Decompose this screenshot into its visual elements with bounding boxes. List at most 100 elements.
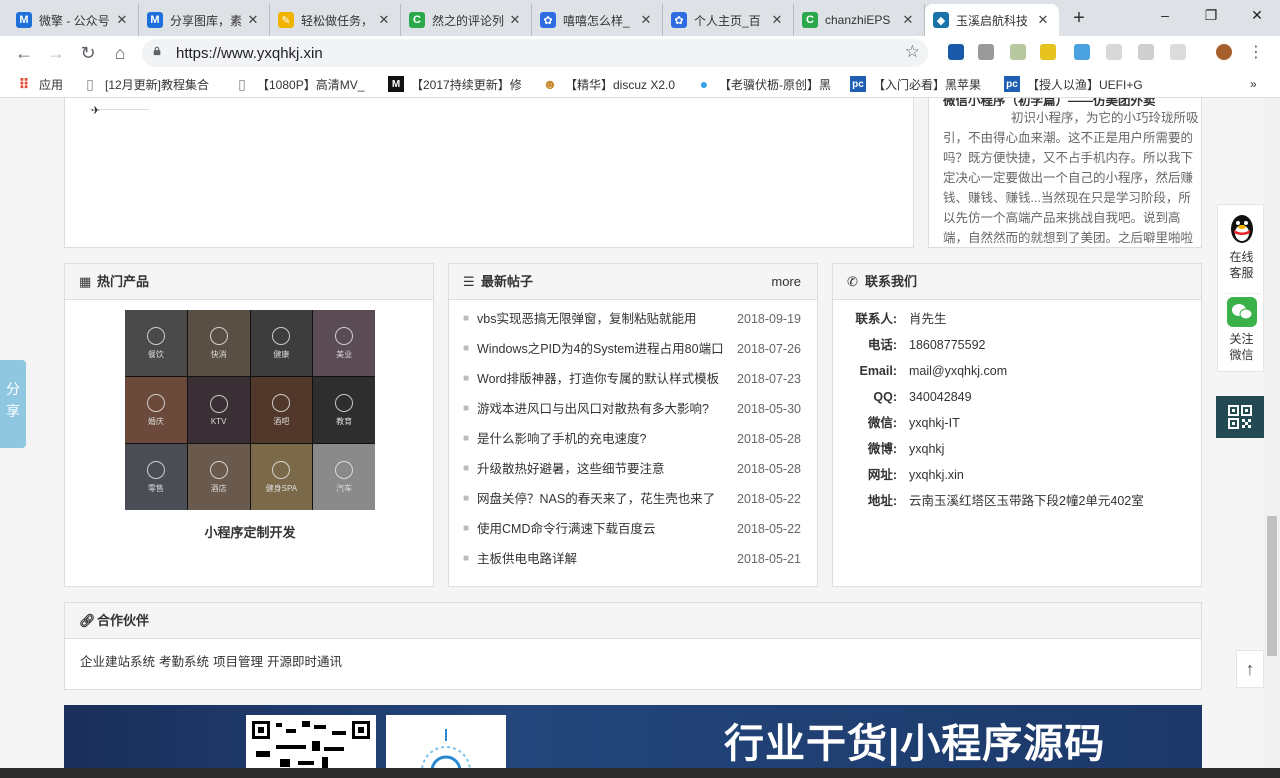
close-tab-icon[interactable]: ✕	[507, 12, 523, 28]
post-item[interactable]: ■ 是什么影响了手机的充电速度? 2018-05-28	[463, 424, 801, 454]
download-icon[interactable]	[978, 44, 994, 60]
contact-label: 地址:	[867, 494, 897, 508]
share-tab[interactable]: 分享	[0, 360, 26, 448]
restore-button[interactable]: ❐	[1188, 0, 1234, 32]
post-item[interactable]: ■ 主板供电电路详解 2018-05-21	[463, 544, 801, 574]
forward-arrow-icon[interactable]: →	[44, 41, 68, 65]
partner-link[interactable]: 开源即时通讯	[267, 655, 342, 669]
tab-favicon-icon: ✎	[278, 12, 294, 28]
address-bar[interactable]: https://www.yxqhkj.xin ☆	[142, 39, 928, 67]
bookmark-item[interactable]: ⠿ 应用	[16, 74, 76, 94]
bullet-icon: ■	[463, 373, 470, 384]
browser-tab[interactable]: C 然之的评论列 ✕	[401, 4, 532, 36]
post-title[interactable]: 使用CMD命令行满速下载百度云	[477, 514, 731, 544]
hot-products-panel: ▦ 热门产品 餐饮 快消 健康 美业 婚庆 KTV 酒吧 教育 零售 酒店 健身SPA 汽车 小程序定制…	[64, 263, 434, 587]
qr-code-button[interactable]	[1216, 396, 1264, 438]
contact-label: 联系人:	[855, 312, 897, 326]
translate-icon[interactable]	[1074, 44, 1090, 60]
post-item[interactable]: ■ Word排版神器，打造你专属的默认样式模板 2018-07-23	[463, 364, 801, 394]
close-tab-icon[interactable]: ✕	[376, 12, 392, 28]
contact-label: 微博:	[867, 442, 897, 456]
scrollbar-thumb[interactable]	[1267, 516, 1277, 656]
close-tab-icon[interactable]: ✕	[769, 12, 785, 28]
plane-icon[interactable]	[1138, 44, 1154, 60]
category-icon	[335, 393, 354, 412]
bookmark-item[interactable]: pc 【授人以渔】UEFI+G	[1004, 74, 1144, 94]
partner-link[interactable]: 考勤系统	[159, 655, 209, 669]
browser-tab[interactable]: ✎ 轻松做任务， ✕	[270, 4, 401, 36]
browser-tab[interactable]: ✿ 个人主页_百 ✕	[663, 4, 794, 36]
browser-tab[interactable]: ✿ 嘻嘻怎么样_ ✕	[532, 4, 663, 36]
tab-title: 轻松做任务，	[301, 13, 374, 28]
close-tab-icon[interactable]: ✕	[114, 12, 130, 28]
post-item[interactable]: ■ Windows之PID为4的System进程占用80端口 2018-07-26	[463, 334, 801, 364]
more-bookmarks-button[interactable]: »	[1250, 74, 1257, 94]
post-title[interactable]: 是什么影响了手机的充电速度?	[477, 424, 731, 454]
post-title[interactable]: 升级散热好避暑，这些细节要注意	[477, 454, 731, 484]
bookmark-star-icon[interactable]: ☆	[905, 42, 920, 62]
close-window-button[interactable]: ✕	[1234, 0, 1280, 32]
post-item[interactable]: ■ 网盘关停？NAS的春天来了，花生壳也来了 2018-05-22	[463, 484, 801, 514]
product-name[interactable]: 小程序定制开发	[65, 522, 435, 541]
pin-icon: ✈	[91, 105, 101, 117]
post-item[interactable]: ■ 游戏本进风口与出风口对散热有多大影响? 2018-05-30	[463, 394, 801, 424]
article-title[interactable]: 微信小程序（初学篇）——仿美团外卖	[943, 98, 1193, 106]
post-title[interactable]: 网盘关停？NAS的春天来了，花生壳也来了	[477, 484, 731, 514]
browser-tab[interactable]: ◆ 玉溪启航科技 ✕	[925, 4, 1059, 36]
promo-banner[interactable]: 行业干货|小程序源码	[64, 705, 1202, 768]
post-item[interactable]: ■ 使用CMD命令行满速下载百度云 2018-05-22	[463, 514, 801, 544]
partner-link[interactable]: 企业建站系统	[80, 655, 155, 669]
contact-value: 18608775592	[909, 338, 986, 352]
bookmark-item[interactable]: pc 【入门必看】黑苹果	[850, 74, 990, 94]
minimize-button[interactable]: –	[1142, 0, 1188, 32]
browser-tab[interactable]: M 分享图库，素 ✕	[139, 4, 270, 36]
browser-tab[interactable]: CchanzhiEPS ✕	[794, 4, 925, 36]
new-tab-button[interactable]: +	[1066, 6, 1092, 32]
post-item[interactable]: ■ 升级散热好避暑，这些细节要注意 2018-05-28	[463, 454, 801, 484]
close-tab-icon[interactable]: ✕	[900, 12, 916, 28]
contact-value: yxqhkj	[909, 442, 945, 456]
home-icon[interactable]: ⌂	[108, 41, 132, 65]
latest-posts-title: 最新帖子	[481, 274, 534, 289]
contact-value: mail@yxqhkj.com	[909, 364, 1008, 378]
wechat-follow-button[interactable]: 关注微信	[1218, 297, 1264, 363]
product-grid-cell: 餐饮	[125, 310, 187, 376]
page-scrollbar[interactable]	[1264, 98, 1280, 768]
post-title[interactable]: Word排版神器，打造你专属的默认样式模板	[477, 364, 731, 394]
post-title[interactable]: Windows之PID为4的System进程占用80端口	[477, 334, 731, 364]
bookmark-item[interactable]: ▯ 【1080P】高清MV_	[234, 74, 374, 94]
bookmark-item[interactable]: ☻ 【精华】discuz X2.0	[542, 74, 682, 94]
back-arrow-icon[interactable]: ←	[12, 41, 36, 65]
phone-icon: ✆	[847, 274, 858, 289]
product-image[interactable]: 餐饮 快消 健康 美业 婚庆 KTV 酒吧 教育 零售 酒店 健身SPA 汽车	[125, 310, 375, 510]
extension-icon[interactable]	[948, 44, 964, 60]
category-label: 婚庆	[147, 416, 164, 426]
post-title[interactable]: 主板供电电路详解	[477, 544, 731, 574]
close-tab-icon[interactable]: ✕	[638, 12, 654, 28]
contact-label: Email:	[859, 364, 897, 378]
more-link[interactable]: more	[771, 264, 801, 300]
extension-icon[interactable]	[1170, 44, 1186, 60]
avatar[interactable]	[1216, 44, 1232, 60]
hot-products-title: 热门产品	[97, 274, 150, 289]
divider	[1222, 293, 1261, 294]
post-title[interactable]: 游戏本进风口与出风口对散热有多大影响?	[477, 394, 731, 424]
bookmark-item[interactable]: ● 【老骥伏枥-原创】黑	[696, 74, 836, 94]
close-tab-icon[interactable]: ✕	[1035, 12, 1051, 28]
image-extension-icon[interactable]	[1010, 44, 1026, 60]
browser-tab[interactable]: M 微擎 - 公众号 ✕	[8, 4, 139, 36]
extension-badge-icon[interactable]	[1040, 44, 1056, 60]
cloud-icon[interactable]	[1106, 44, 1122, 60]
bookmark-item[interactable]: ▯ [12月更新]教程集合	[82, 74, 222, 94]
post-item[interactable]: ■ vbs实现恶搞无限弹窗，复制粘贴就能用 2018-09-19	[463, 304, 801, 334]
back-to-top-button[interactable]: ↑	[1236, 650, 1264, 688]
close-tab-icon[interactable]: ✕	[245, 12, 261, 28]
tab-favicon-icon: M	[147, 12, 163, 28]
partner-link[interactable]: 项目管理	[213, 655, 263, 669]
menu-dots-icon[interactable]: ⋮	[1244, 41, 1268, 65]
bookmark-item[interactable]: M 【2017持续更新】修	[388, 74, 528, 94]
reload-icon[interactable]: ↻	[76, 41, 100, 65]
category-icon	[146, 460, 165, 479]
online-service-button[interactable]: 在线客服	[1218, 213, 1264, 281]
post-title[interactable]: vbs实现恶搞无限弹窗，复制粘贴就能用	[477, 304, 731, 334]
